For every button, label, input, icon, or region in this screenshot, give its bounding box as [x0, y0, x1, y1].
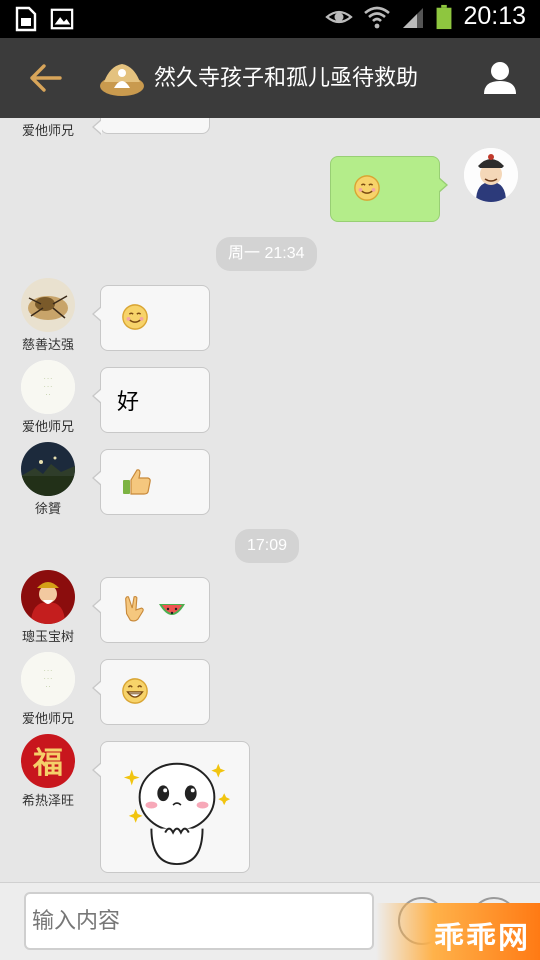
timestamp: 周一 21:34: [216, 237, 317, 271]
back-arrow-icon[interactable]: [26, 60, 66, 96]
grin-emoji-icon: [122, 678, 148, 704]
sender-name: 爱他师兄: [21, 420, 74, 435]
sender-name: 徐贇: [34, 502, 61, 517]
sender-name: 慈善达强: [21, 338, 74, 353]
svg-text:· · ·: · · ·: [44, 384, 52, 390]
wifi-icon: [364, 6, 391, 28]
svg-text:· · ·: · · ·: [44, 668, 52, 674]
message-bubble[interactable]: [92, 659, 210, 725]
sim-card-icon: [15, 6, 37, 32]
avatar[interactable]: [21, 570, 75, 624]
clock: 20:13: [463, 2, 526, 30]
group-logo-icon: [100, 64, 144, 96]
message-text: 好: [117, 390, 140, 415]
avatar[interactable]: · · · · · · · ·: [21, 360, 75, 414]
chat-title: 然久寺孩子和孤儿亟待救助: [154, 66, 419, 91]
battery-icon: [437, 4, 452, 29]
input-bar: 乖乖网: [0, 882, 540, 960]
cute-sticker-icon: [123, 762, 231, 866]
status-bar: 20:13: [0, 0, 540, 38]
message-bubble[interactable]: [92, 577, 210, 643]
svg-text:· · ·: · · ·: [44, 376, 52, 382]
sender-name: 璁玉宝树: [21, 630, 74, 645]
sender-name: 爱他师兄: [21, 124, 74, 139]
watermelon-emoji-icon: [159, 604, 185, 615]
message-bubble[interactable]: [92, 741, 250, 873]
timestamp: 17:09: [235, 529, 300, 563]
message-bubble[interactable]: [92, 118, 210, 135]
avatar[interactable]: 福: [21, 734, 75, 788]
sender-name: 爱他师兄: [21, 712, 74, 727]
watermark-text: 乖乖网: [434, 921, 530, 956]
thumbs-up-emoji-icon: [123, 469, 151, 495]
message-bubble[interactable]: 好: [92, 367, 210, 433]
profile-icon[interactable]: [480, 58, 520, 98]
chat-header: 然久寺孩子和孤儿亟待救助: [0, 38, 540, 118]
avatar[interactable]: · · · · · · · ·: [21, 652, 75, 706]
watermark: 乖乖网: [376, 903, 540, 960]
svg-text:福: 福: [32, 746, 63, 781]
message-list[interactable]: 爱他师兄 周一 21:34 慈善达强 · · · · · · · · 爱他师兄 …: [0, 118, 540, 882]
avatar[interactable]: [21, 278, 75, 332]
svg-text:· ·: · ·: [46, 684, 51, 690]
svg-text:· ·: · ·: [46, 392, 51, 398]
smile-emoji-icon: [122, 304, 148, 330]
eye-icon: [325, 10, 354, 23]
message-bubble[interactable]: [92, 449, 210, 515]
my-message-bubble[interactable]: [330, 156, 448, 222]
smile-emoji-icon: [354, 175, 380, 201]
svg-text:· · ·: · · ·: [44, 676, 52, 682]
my-avatar[interactable]: [464, 148, 518, 202]
message-input[interactable]: [24, 892, 374, 950]
signal-icon: [403, 7, 424, 28]
sender-name: 希热泽旺: [21, 794, 74, 809]
avatar[interactable]: [21, 442, 75, 496]
message-bubble[interactable]: [92, 285, 210, 351]
image-icon: [50, 8, 74, 30]
victory-hand-emoji-icon: [125, 596, 144, 622]
